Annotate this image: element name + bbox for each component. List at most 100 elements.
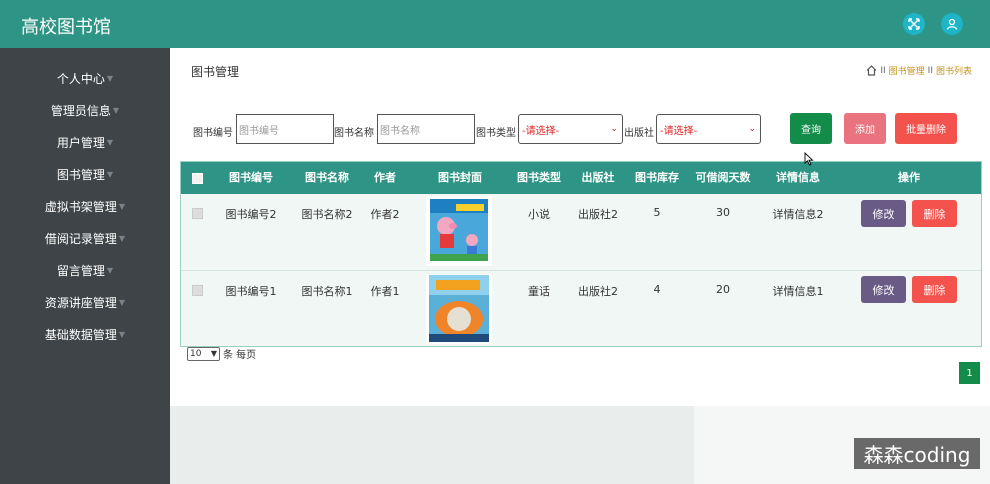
column-header: 作者 (374, 171, 396, 184)
page-button-current[interactable]: 1 (959, 362, 980, 384)
cell-book-code: 图书编号2 (225, 208, 277, 221)
publisher-select[interactable]: -请选择- ⌄ (656, 114, 761, 144)
cell-stock: 4 (653, 283, 661, 296)
book-code-label: 图书编号 (193, 128, 233, 139)
column-header: 图书编号 (229, 171, 273, 184)
sidebar-item-label: 用户管理 (56, 135, 105, 150)
sidebar-item-label: 资源讲座管理 (44, 295, 117, 310)
column-header: 图书类型 (517, 171, 561, 184)
add-button[interactable]: 添加 (844, 113, 886, 144)
delete-button[interactable]: 删除 (912, 200, 957, 227)
watermark: 森森coding (854, 438, 980, 469)
breadcrumb-book-management[interactable]: 图书管理 (889, 64, 925, 77)
cell-borrow-days: 30 (716, 206, 730, 219)
user-icon[interactable] (941, 13, 963, 35)
caret-down-icon: ▼ (118, 201, 126, 211)
caret-down-icon: ▼ (106, 169, 114, 179)
query-button[interactable]: 查询 (790, 113, 832, 144)
caret-down-icon: ▼ (118, 297, 126, 307)
caret-down-icon: ▼ (106, 73, 114, 83)
column-header: 操作 (898, 171, 920, 184)
chevron-down-icon: ⌄ (610, 124, 618, 134)
page-title: 图书管理 (191, 65, 240, 79)
column-header: 可借阅天数 (695, 171, 751, 184)
edit-button[interactable]: 修改 (861, 276, 906, 303)
book-cover-image (426, 274, 492, 344)
sidebar-item-messages[interactable]: 留言管理 ▼ (0, 254, 170, 286)
sidebar-item-label: 虚拟书架管理 (44, 199, 117, 214)
cell-detail: 详情信息1 (772, 285, 824, 298)
publisher-selected: -请选择- (660, 125, 698, 137)
cell-stock: 5 (653, 206, 661, 219)
sidebar-item-book-management[interactable]: 图书管理 ▼ (0, 158, 170, 190)
sidebar-item-label: 图书管理 (56, 167, 105, 182)
column-header: 图书库存 (635, 171, 679, 184)
cell-author: 作者1 (370, 285, 400, 298)
sidebar-item-user-management[interactable]: 用户管理 ▼ (0, 126, 170, 158)
book-type-select[interactable]: -请选择- ⌄ (518, 114, 623, 144)
book-code-input[interactable]: 图书编号 (236, 114, 334, 144)
cell-detail: 详情信息2 (772, 208, 824, 221)
publisher-label: 出版社 (624, 128, 654, 139)
cell-book-type: 小说 (528, 208, 550, 221)
cell-book-name: 图书名称1 (301, 285, 353, 298)
select-all-checkbox[interactable] (192, 173, 203, 184)
row-checkbox[interactable] (192, 285, 203, 296)
book-cover-image (426, 196, 492, 266)
sidebar-item-label: 管理员信息 (50, 103, 111, 118)
sidebar-item-label: 借阅记录管理 (44, 231, 117, 246)
page-size-value: 10 (190, 348, 202, 359)
sidebar-item-borrow-records[interactable]: 借阅记录管理 ▼ (0, 222, 170, 254)
column-header: 出版社 (581, 171, 615, 184)
table-header: 图书编号 图书名称 作者 图书封面 图书类型 出版社 图书库存 可借阅天数 详情… (181, 162, 981, 194)
book-name-input[interactable]: 图书名称 (377, 114, 475, 144)
breadcrumb-separator: II (880, 65, 886, 76)
edit-button[interactable]: 修改 (861, 200, 906, 227)
table-row: 图书编号1 图书名称1 作者1 童话 出版社2 4 20 详情信息1 修改 删除 (181, 270, 981, 346)
sidebar-item-lectures[interactable]: 资源讲座管理 ▼ (0, 286, 170, 318)
row-checkbox[interactable] (192, 208, 203, 219)
breadcrumb: II 图书管理 II 图书列表 (866, 64, 972, 77)
sidebar-item-personal-center[interactable]: 个人中心 ▼ (0, 62, 170, 94)
expand-icon[interactable] (903, 13, 925, 35)
page-size-select[interactable]: 10 ▼ (187, 346, 220, 361)
column-header: 图书封面 (438, 171, 482, 184)
column-header: 图书名称 (305, 171, 349, 184)
chevron-down-icon: ⌄ (748, 124, 756, 134)
mouse-cursor-icon (804, 151, 814, 166)
sidebar-item-label: 个人中心 (56, 71, 105, 86)
sidebar-item-label: 留言管理 (56, 263, 105, 278)
home-icon[interactable] (866, 65, 877, 76)
column-header: 详情信息 (776, 171, 820, 184)
cell-book-code: 图书编号1 (225, 285, 277, 298)
batch-delete-button[interactable]: 批量删除 (895, 113, 957, 144)
caret-down-icon: ▼ (106, 137, 114, 147)
caret-down-icon: ▼ (118, 329, 126, 339)
caret-down-icon: ▼ (112, 105, 120, 115)
breadcrumb-separator: II (927, 65, 933, 76)
book-type-selected: -请选择- (522, 125, 560, 137)
cell-book-type: 童话 (528, 285, 550, 298)
caret-down-icon: ▼ (118, 233, 126, 243)
sidebar-item-admin-info[interactable]: 管理员信息 ▼ (0, 94, 170, 126)
book-type-label: 图书类型 (476, 128, 516, 139)
cell-book-name: 图书名称2 (301, 208, 353, 221)
sidebar-item-base-data[interactable]: 基础数据管理 ▼ (0, 318, 170, 350)
cell-publisher: 出版社2 (578, 285, 618, 298)
sidebar-item-label: 基础数据管理 (44, 327, 117, 342)
cell-author: 作者2 (370, 208, 400, 221)
delete-button[interactable]: 删除 (912, 276, 957, 303)
top-bar (0, 0, 990, 48)
book-name-label: 图书名称 (334, 128, 374, 139)
caret-down-icon: ▼ (106, 265, 114, 275)
breadcrumb-book-list[interactable]: 图书列表 (936, 64, 972, 77)
table-row: 图书编号2 图书名称2 作者2 小说 出版社2 5 30 详情信息2 修改 删除 (181, 194, 981, 270)
page-size-control: 10 ▼ 条 每页 (187, 346, 256, 361)
per-page-label: 条 每页 (223, 350, 257, 361)
sidebar-item-virtual-shelf[interactable]: 虚拟书架管理 ▼ (0, 190, 170, 222)
sidebar: 个人中心 ▼ 管理员信息 ▼ 用户管理 ▼ 图书管理 ▼ 虚拟书架管理 ▼ 借阅记录管理 ▼… (0, 48, 170, 484)
app-title: 高校图书馆 (21, 17, 111, 38)
chevron-down-icon: ▼ (210, 349, 217, 358)
cell-publisher: 出版社2 (578, 208, 618, 221)
book-table: 图书编号 图书名称 作者 图书封面 图书类型 出版社 图书库存 可借阅天数 详情… (180, 161, 982, 347)
